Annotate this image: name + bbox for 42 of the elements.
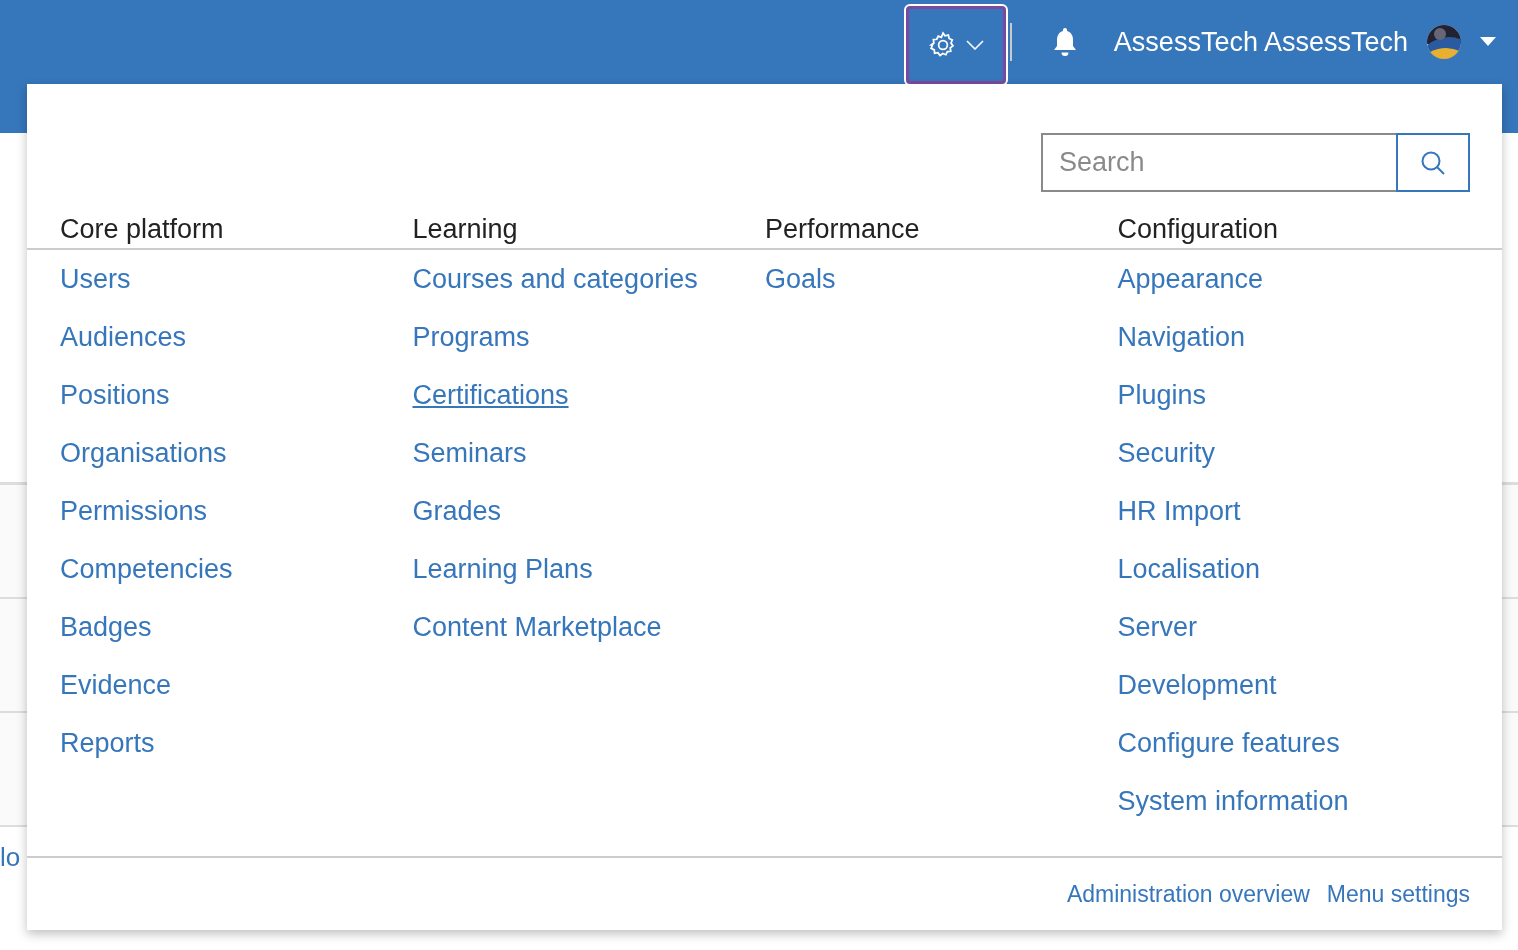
menu-link[interactable]: System information [1117, 784, 1349, 842]
search-button[interactable] [1396, 133, 1470, 192]
column-heading: Performance [765, 214, 920, 244]
menu-link[interactable]: Localisation [1117, 552, 1261, 610]
menu-link[interactable]: Badges [60, 610, 152, 668]
chevron-down-icon [965, 40, 984, 50]
menu-link[interactable]: Seminars [412, 436, 527, 494]
caret-icon[interactable] [1480, 37, 1496, 47]
menu-link[interactable]: Audiences [60, 320, 187, 378]
search-icon [1420, 149, 1446, 176]
menu-link[interactable]: Security [1117, 436, 1216, 494]
menu-link[interactable]: Permissions [60, 494, 208, 552]
menu-link[interactable]: Goals [765, 262, 836, 320]
search-field[interactable]: Search [1041, 133, 1396, 192]
menu-link[interactable]: Courses and categories [412, 262, 698, 320]
menu-link[interactable]: Navigation [1117, 320, 1246, 378]
menu-link[interactable]: Server [1117, 610, 1198, 668]
menu-link[interactable]: Programs [412, 320, 530, 378]
footer-link[interactable]: Administration overview [1066, 877, 1310, 911]
column-heading: Configuration [1117, 214, 1279, 244]
menu-link[interactable]: Content Marketplace [412, 610, 662, 668]
menu-link[interactable]: HR Import [1117, 494, 1241, 552]
menu-link[interactable]: Reports [60, 726, 155, 784]
column-heading: Learning [412, 214, 518, 244]
menu-link[interactable]: Learning Plans [412, 552, 593, 610]
column-heading: Core platform [60, 214, 224, 244]
menu-link[interactable]: Appearance [1117, 262, 1264, 320]
settings-button[interactable] [905, 6, 1006, 84]
menu-link[interactable]: Plugins [1117, 378, 1207, 436]
menu-link[interactable]: Evidence [60, 668, 172, 726]
menu-link[interactable]: Positions [60, 378, 170, 436]
menu-link[interactable]: Certifications [412, 378, 569, 436]
menu-link[interactable]: Competencies [60, 552, 233, 610]
page-link-text[interactable]: lo [0, 841, 21, 873]
bell-icon[interactable] [1051, 27, 1078, 57]
menu-link[interactable]: Organisations [60, 436, 227, 494]
footer-link[interactable]: Menu settings [1326, 877, 1470, 911]
menu-link[interactable]: Users [60, 262, 131, 320]
menu-link[interactable]: Configure features [1117, 726, 1340, 784]
menu-link[interactable]: Development [1117, 668, 1277, 726]
menu-link[interactable]: Grades [412, 494, 502, 552]
user-name[interactable]: AssessTech AssessTech [1113, 26, 1408, 58]
